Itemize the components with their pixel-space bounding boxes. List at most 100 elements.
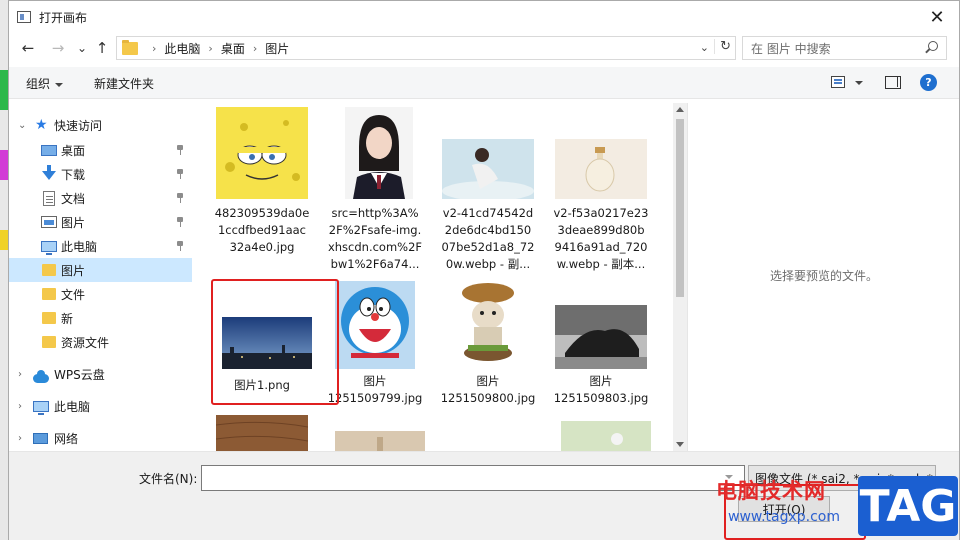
refresh-icon[interactable]: ↻ — [714, 39, 731, 54]
search-icon[interactable] — [928, 41, 938, 51]
title-bar: 打开画布 ✕ — [9, 1, 959, 33]
sidebar-item-label: 新 — [61, 311, 74, 326]
up-button[interactable]: ↑ — [91, 37, 113, 59]
document-icon — [43, 190, 55, 206]
window-title: 打开画布 — [39, 10, 88, 25]
pictures-icon — [41, 216, 57, 228]
address-bar[interactable]: › 此电脑 › 桌面 › 图片 ⌄ ↻ — [116, 36, 736, 60]
sidebar-item-desktop[interactable]: 桌面 — [9, 138, 192, 162]
folder-icon — [42, 336, 56, 348]
folder-icon — [122, 39, 138, 55]
command-toolbar: 组织 新建文件夹 ? — [9, 67, 959, 99]
forward-button[interactable]: → — [47, 37, 69, 59]
navigation-bar: ← → ⌄ ↑ › 此电脑 › 桌面 › 图片 ⌄ ↻ 在 图片 中搜索 — [9, 33, 959, 63]
scrollbar-thumb[interactable] — [676, 119, 684, 297]
cloud-icon — [33, 370, 49, 383]
sidebar-item-this-pc[interactable]: › 此电脑 — [9, 394, 192, 418]
filename-input[interactable] — [201, 465, 745, 491]
sidebar-item-label: 网络 — [54, 431, 79, 446]
star-icon: ★ — [35, 117, 48, 133]
pin-icon — [176, 217, 184, 227]
arrow-right-icon: → — [51, 39, 65, 57]
recent-locations-button[interactable]: ⌄ — [71, 37, 93, 59]
filename-label: 文件名(N): — [139, 472, 198, 486]
file-thumbnail-partial[interactable] — [335, 431, 425, 451]
file-thumbnail — [452, 279, 524, 369]
search-input[interactable]: 在 图片 中搜索 — [742, 36, 947, 60]
sidebar-item-files-folder[interactable]: 文件 — [9, 282, 192, 306]
file-list-scrollbar[interactable] — [673, 103, 687, 451]
file-name: 图片 1251509803.jpg — [553, 374, 649, 405]
view-mode-icon[interactable] — [831, 76, 845, 88]
breadcrumb-separator: › — [152, 41, 157, 55]
expander-expanded-icon[interactable]: ⌄ — [18, 120, 26, 131]
file-thumbnail — [555, 139, 647, 199]
sidebar-item-downloads[interactable]: 下载 — [9, 162, 192, 186]
sidebar-item-wps-cloud[interactable]: › WPS云盘 — [9, 362, 192, 386]
expander-collapsed-icon[interactable]: › — [18, 401, 22, 412]
file-thumbnail — [335, 281, 415, 369]
arrow-up-icon: ↑ — [95, 39, 109, 57]
open-canvas-dialog: 打开画布 ✕ ← → ⌄ ↑ › 此电脑 › 桌面 › 图片 ⌄ ↻ 在 图片 … — [8, 0, 960, 540]
sidebar-item-quick-access[interactable]: ⌄ ★ 快速访问 — [9, 113, 192, 137]
background-color-swatch — [0, 150, 8, 180]
back-button[interactable]: ← — [17, 37, 39, 59]
sidebar-item-label: 图片 — [61, 263, 86, 278]
search-placeholder: 在 图片 中搜索 — [751, 41, 831, 56]
caret-down-icon — [55, 82, 64, 87]
sidebar-item-network[interactable]: › 网络 — [9, 426, 192, 450]
file-tile[interactable]: src=http%3A% 2F%2Fsafe-img. xhscdn.com%2… — [321, 103, 429, 273]
file-tile[interactable]: 图片 1251509800.jpg — [434, 277, 542, 407]
breadcrumb-separator[interactable]: › — [208, 42, 212, 55]
desktop-icon — [41, 145, 57, 156]
address-dropdown-icon[interactable]: ⌄ — [700, 41, 709, 54]
breadcrumb-this-pc[interactable]: 此电脑 — [164, 40, 200, 57]
arrow-left-icon: ← — [21, 39, 35, 57]
sidebar-item-this-pc-pinned[interactable]: 此电脑 — [9, 234, 192, 258]
network-icon — [33, 432, 48, 444]
folder-icon — [42, 312, 56, 324]
file-thumbnail-partial[interactable] — [561, 421, 651, 451]
watermark-tag-logo: TAG — [858, 476, 958, 536]
sidebar-item-label: 下载 — [61, 167, 86, 182]
breadcrumb-pictures[interactable]: 图片 — [265, 40, 289, 57]
folder-icon — [42, 264, 56, 276]
close-button[interactable]: ✕ — [923, 5, 951, 29]
breadcrumb-separator[interactable]: › — [253, 42, 257, 55]
background-app-edge — [0, 0, 8, 540]
file-thumbnail — [555, 305, 647, 369]
breadcrumb-desktop[interactable]: 桌面 — [221, 40, 245, 57]
help-icon[interactable]: ? — [920, 74, 937, 91]
watermark-url: www.tagxp.com — [728, 509, 840, 525]
sidebar-item-new-folder[interactable]: 新 — [9, 306, 192, 330]
preview-pane-icon[interactable] — [885, 76, 901, 89]
sidebar-item-resources-folder[interactable]: 资源文件 — [9, 330, 192, 354]
sidebar-item-documents[interactable]: 文档 — [9, 186, 192, 210]
sidebar-item-pictures-library[interactable]: 图片 — [9, 210, 192, 234]
computer-icon — [41, 240, 57, 255]
preview-message: 选择要预览的文件。 — [769, 269, 878, 283]
expander-collapsed-icon[interactable]: › — [18, 369, 22, 380]
computer-icon — [33, 400, 49, 415]
file-tile[interactable]: 482309539da0e 1ccdfbed91aac 32a4e0.jpg — [208, 103, 316, 273]
organize-button[interactable]: 组织 — [26, 75, 64, 92]
scroll-down-icon[interactable] — [676, 442, 684, 447]
pin-icon — [176, 169, 184, 179]
scroll-up-icon[interactable] — [676, 107, 684, 112]
selection-highlight-box — [211, 279, 339, 405]
sidebar-item-pictures-folder[interactable]: 图片 — [9, 258, 192, 282]
file-thumbnail-partial[interactable] — [216, 415, 308, 451]
file-tile[interactable]: v2-41cd74542d 2de6dc4bd150 07be52d1a8_72… — [434, 103, 542, 273]
file-tile[interactable]: 图片 1251509803.jpg — [547, 277, 655, 407]
background-color-swatch — [0, 230, 8, 250]
view-mode-dropdown-icon[interactable] — [855, 81, 863, 85]
new-folder-button[interactable]: 新建文件夹 — [94, 75, 154, 92]
preview-pane: 选择要预览的文件。 — [687, 103, 959, 451]
pin-icon — [176, 145, 184, 155]
pin-icon — [176, 241, 184, 251]
file-name: v2-f53a0217e23 3deae899d80b 9416a91ad_72… — [553, 206, 649, 271]
navigation-pane: ⌄ ★ 快速访问 桌面 下载 文档 图片 此电脑 图片 文件 新 资源文件 › … — [9, 103, 192, 451]
file-name: v2-41cd74542d 2de6dc4bd150 07be52d1a8_72… — [441, 206, 535, 271]
expander-collapsed-icon[interactable]: › — [18, 433, 22, 444]
file-tile[interactable]: v2-f53a0217e23 3deae899d80b 9416a91ad_72… — [547, 103, 655, 273]
